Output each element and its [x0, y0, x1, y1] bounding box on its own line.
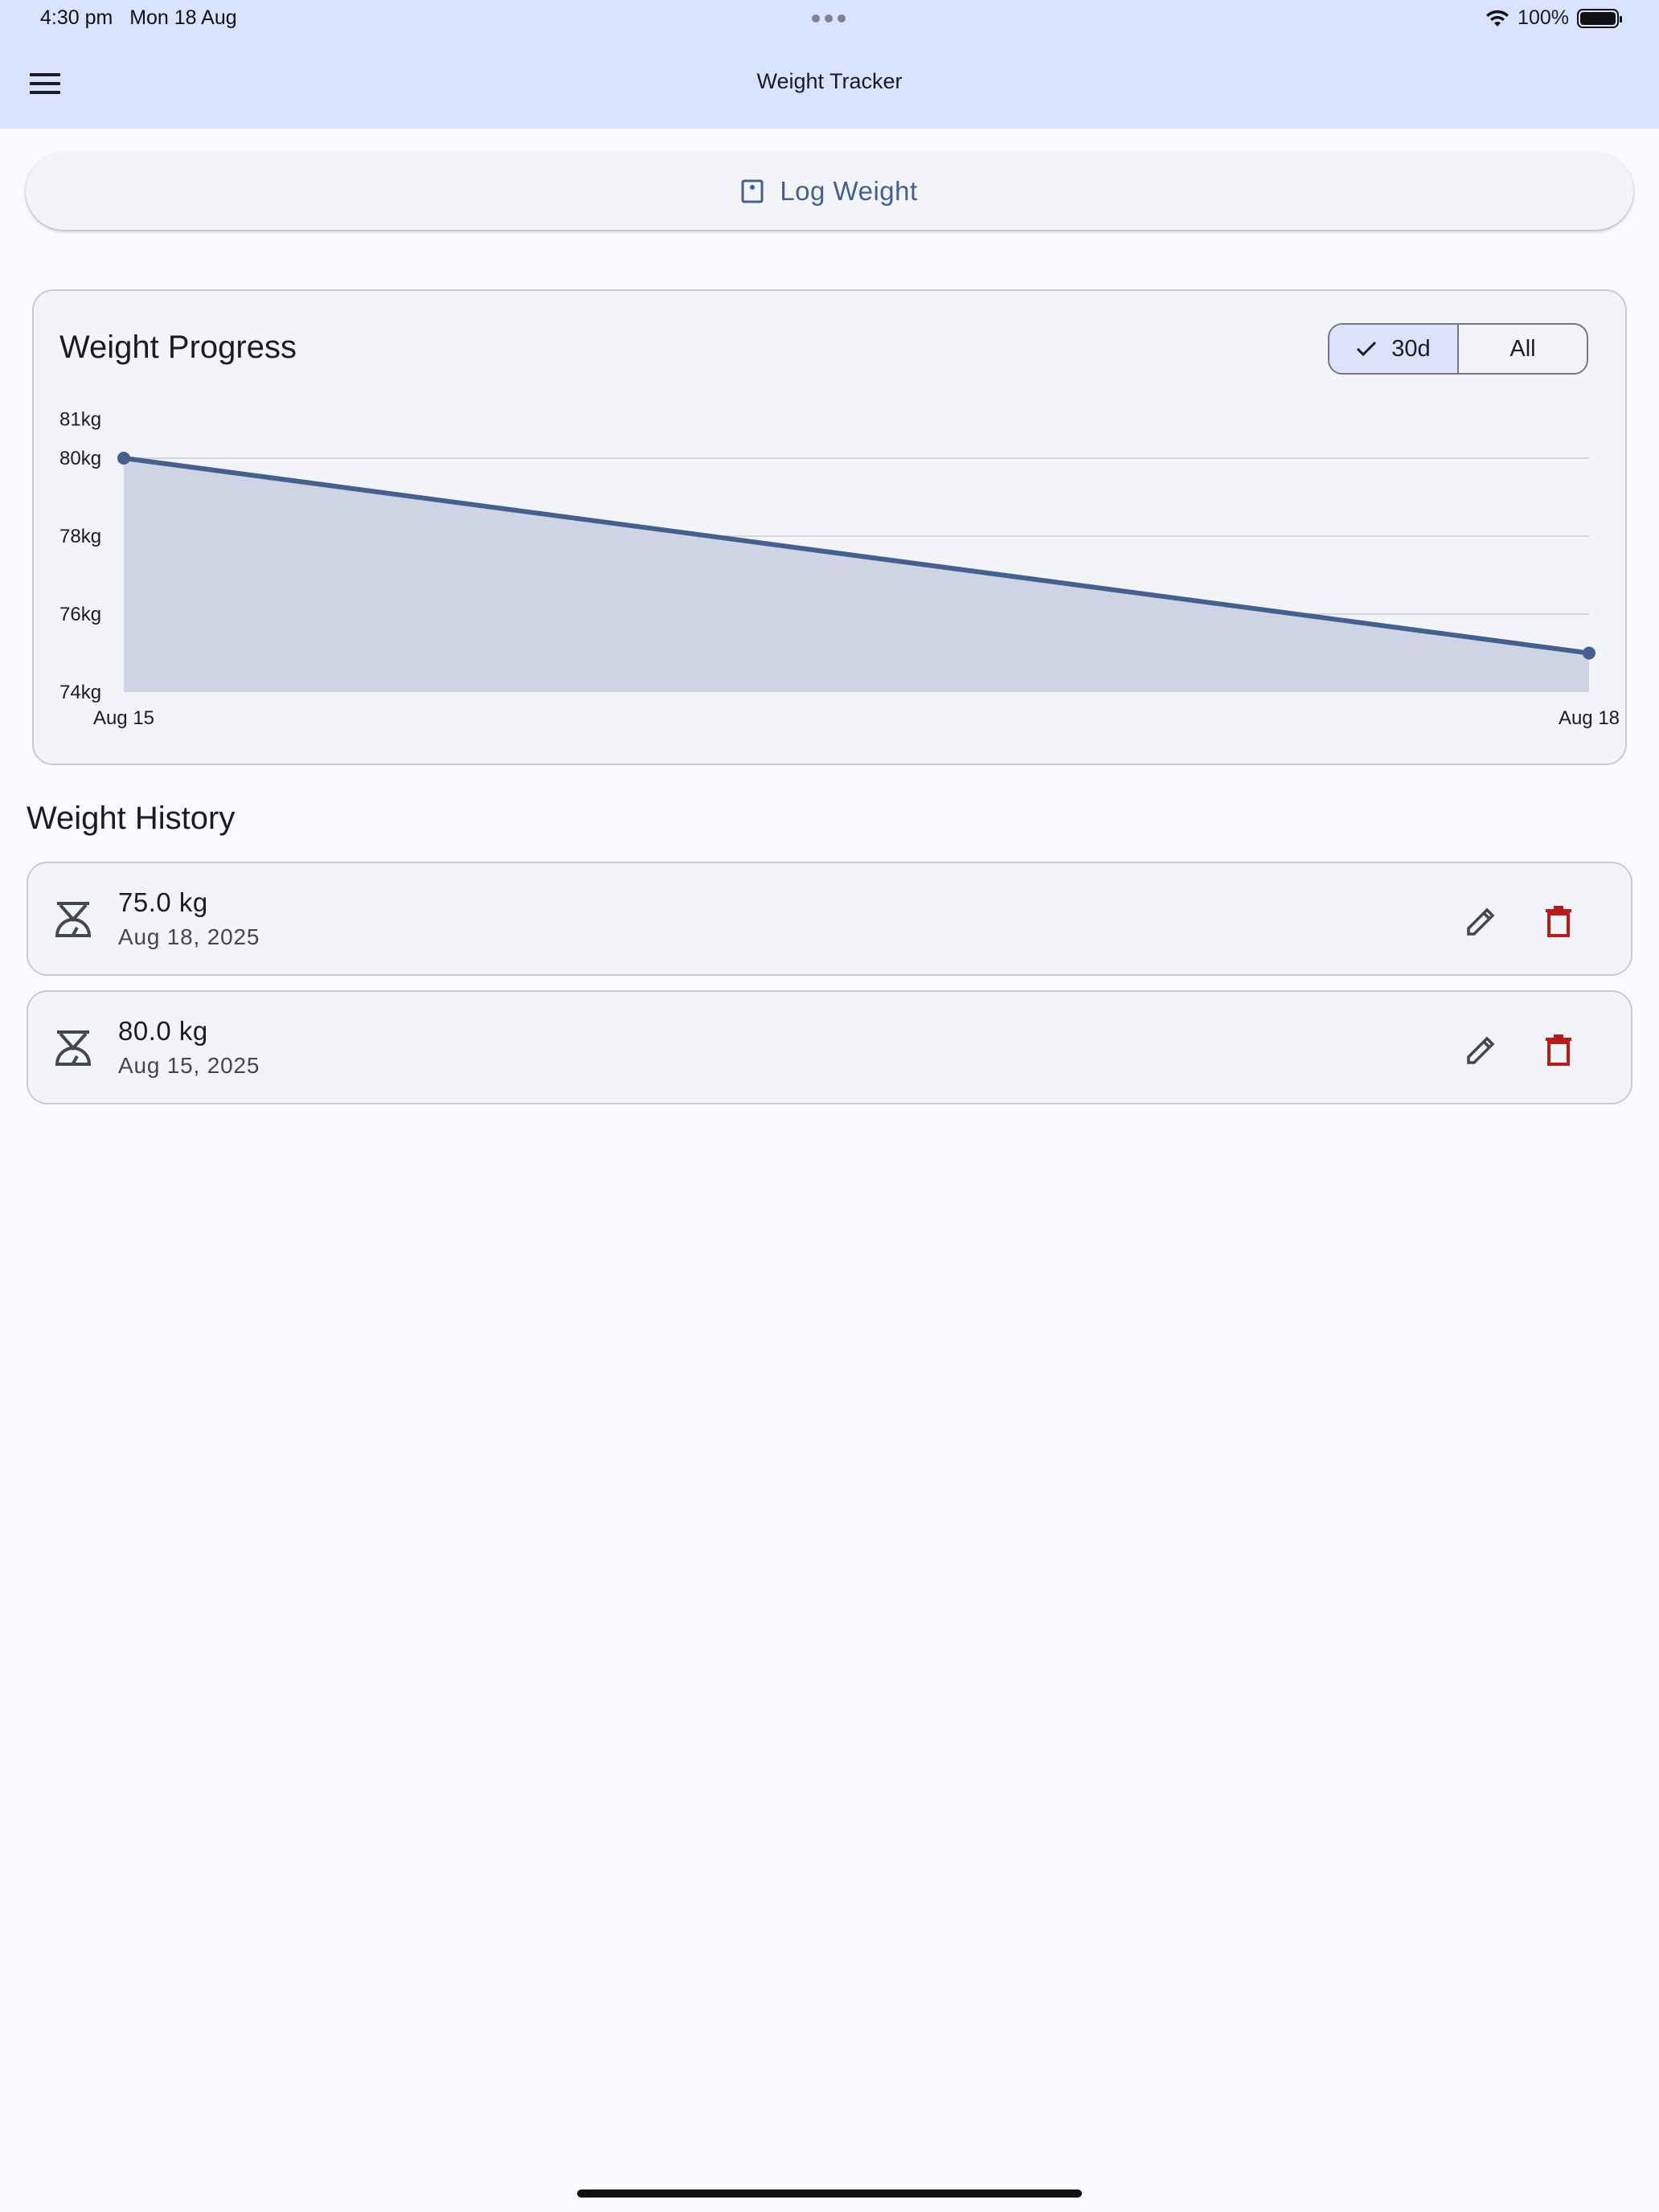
wifi-icon [1486, 10, 1509, 27]
entry-date: Aug 15, 2025 [118, 1053, 260, 1078]
pencil-icon [1467, 1036, 1495, 1064]
status-date: Mon 18 Aug [129, 6, 237, 29]
edit-button[interactable] [1459, 1027, 1504, 1072]
top-app-bar: 4:30 pm Mon 18 Aug 100% Weight Tracker [0, 0, 1659, 129]
home-indicator[interactable] [577, 2189, 1082, 2198]
y-tick-label: 78kg [59, 526, 101, 547]
trash-icon [1546, 1034, 1571, 1066]
kitchen-scale-icon [55, 1030, 92, 1066]
y-tick-label: 76kg [59, 604, 101, 625]
y-tick-label: 74kg [59, 682, 101, 703]
weight-chart: 81kg 80kg 78kg 76kg 74kg Aug 15 Aug 18 [59, 409, 1620, 730]
page-title: Weight Tracker [756, 69, 903, 93]
history-entry[interactable]: 75.0 kg Aug 18, 2025 [27, 862, 1632, 976]
weight-history-title: Weight History [27, 801, 236, 836]
log-weight-button[interactable]: Log Weight [26, 153, 1633, 230]
area-fill [124, 458, 1589, 692]
status-time: 4:30 pm Mon 18 Aug [40, 6, 237, 29]
data-point [117, 452, 130, 465]
history-entry[interactable]: 80.0 kg Aug 15, 2025 [27, 990, 1632, 1104]
battery-percent: 100% [1518, 6, 1569, 29]
log-weight-label: Log Weight [780, 176, 918, 206]
x-tick-label: Aug 15 [93, 707, 154, 729]
delete-button[interactable] [1536, 899, 1581, 944]
entry-weight: 75.0 kg [118, 887, 208, 917]
kitchen-scale-icon [55, 902, 92, 937]
x-tick-label: Aug 18 [1559, 707, 1620, 729]
scale-square-icon [741, 179, 764, 203]
entry-date: Aug 18, 2025 [118, 924, 260, 949]
battery-icon [1577, 8, 1622, 28]
delete-button[interactable] [1536, 1027, 1581, 1072]
y-tick-label: 81kg [59, 409, 101, 431]
data-point [1583, 646, 1596, 660]
y-tick-label: 80kg [59, 448, 101, 469]
edit-button[interactable] [1459, 899, 1504, 944]
trash-icon [1546, 906, 1571, 937]
multitasking-dots-icon[interactable] [812, 14, 846, 23]
status-right: 100% [1485, 6, 1622, 30]
entry-weight: 80.0 kg [118, 1016, 208, 1046]
weight-progress-card: Weight Progress 30d All 81kg 80kg 78kg 76kg… [32, 289, 1627, 765]
pencil-icon [1467, 907, 1495, 936]
